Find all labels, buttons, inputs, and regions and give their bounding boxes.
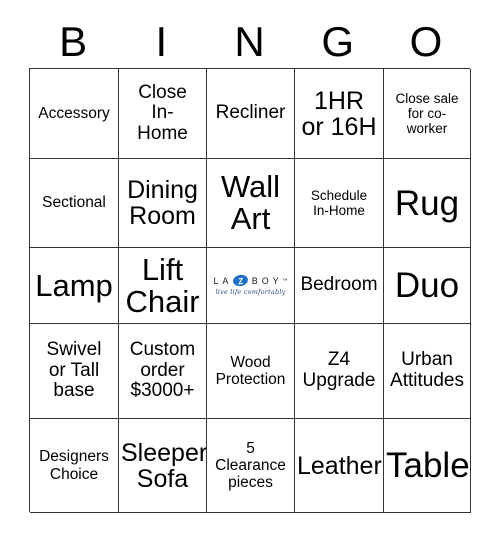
bingo-cell[interactable]: Urban Attitudes xyxy=(384,324,471,419)
bingo-cell-label: Duo xyxy=(394,266,460,305)
bingo-cell[interactable]: 1HR or 16H xyxy=(295,69,384,159)
logo-letter: O xyxy=(261,275,271,286)
bingo-header-row: B I N G O xyxy=(29,18,470,66)
bingo-cell[interactable]: Lift Chair xyxy=(119,248,207,324)
logo-z-badge-icon: Z xyxy=(232,273,250,288)
header-letter-b: B xyxy=(59,18,88,65)
bingo-cell[interactable]: Swivel or Tall base xyxy=(30,324,119,419)
bingo-cell-label: Close sale for co- worker xyxy=(395,90,459,137)
bingo-cell-label: 1HR or 16H xyxy=(301,86,377,141)
bingo-cell-label: Lift Chair xyxy=(125,251,200,319)
header-letter-o: O xyxy=(409,18,443,65)
bingo-cell[interactable]: Duo xyxy=(384,248,471,324)
bingo-cell[interactable]: Dining Room xyxy=(119,159,207,248)
bingo-grid: Accessory Close In- Home Recliner 1HR or 16… xyxy=(29,68,471,513)
bingo-cell[interactable]: Sleeper Sofa xyxy=(119,419,207,513)
lazboy-logo: L A Z B O Y ™ live life comfortably xyxy=(209,273,292,296)
bingo-cell-label: Accessory xyxy=(38,104,110,122)
bingo-cell[interactable]: Accessory xyxy=(30,69,119,159)
bingo-cell-label: Lamp xyxy=(35,267,113,303)
bingo-cell[interactable]: Table xyxy=(384,419,471,513)
bingo-cell-label: Sleeper Sofa xyxy=(121,438,207,493)
header-letter-n: N xyxy=(234,18,265,65)
logo-trademark-icon: ™ xyxy=(282,277,288,284)
bingo-cell-label: Schedule In-Home xyxy=(310,187,368,218)
logo-letter: L xyxy=(213,275,220,286)
bingo-cell[interactable]: Sectional xyxy=(30,159,119,248)
bingo-cell[interactable]: Custom order $3000+ xyxy=(119,324,207,419)
bingo-cell-label: Swivel or Tall base xyxy=(46,339,102,402)
bingo-cell[interactable]: Schedule In-Home xyxy=(295,159,384,248)
bingo-cell-label: Bedroom xyxy=(300,274,378,296)
bingo-cell[interactable]: Recliner xyxy=(207,69,295,159)
bingo-cell[interactable]: Lamp xyxy=(30,248,119,324)
lazboy-logo-wordmark: L A Z B O Y ™ xyxy=(213,273,288,288)
bingo-cell-free-space[interactable]: L A Z B O Y ™ live life comfortably xyxy=(207,248,295,324)
bingo-cell[interactable]: Bedroom xyxy=(295,248,384,324)
bingo-cell-label: Wood Protection xyxy=(215,353,286,388)
logo-letter: A xyxy=(222,275,230,286)
bingo-cell-label: Custom order $3000+ xyxy=(129,339,196,402)
bingo-cell[interactable]: Wood Protection xyxy=(207,324,295,419)
lazboy-logo-tagline: live life comfortably xyxy=(215,288,286,296)
header-letter-g: G xyxy=(321,18,355,65)
bingo-cell-label: Designers Choice xyxy=(39,448,109,483)
bingo-cell-label: Recliner xyxy=(215,102,286,124)
bingo-cell-label: Sectional xyxy=(42,194,106,212)
bingo-cell-label: Leather xyxy=(297,451,382,480)
logo-letter: B xyxy=(251,275,260,286)
bingo-cell[interactable]: Z4 Upgrade xyxy=(295,324,384,419)
bingo-cell-label: Z4 Upgrade xyxy=(302,349,376,391)
bingo-cell-label: 5 Clearance pieces xyxy=(215,439,286,492)
header-letter-i: I xyxy=(155,18,168,65)
bingo-cell[interactable]: Close In- Home xyxy=(119,69,207,159)
logo-letter: Y xyxy=(272,275,281,286)
bingo-card: B I N G O Accessory Close In- Home Recline… xyxy=(0,0,500,544)
bingo-cell-label: Dining Room xyxy=(127,176,198,230)
bingo-cell-label: Close In- Home xyxy=(137,81,188,144)
bingo-cell-label: Table xyxy=(386,446,470,485)
bingo-cell-label: Urban Attitudes xyxy=(390,349,464,391)
bingo-cell-label: Wall Art xyxy=(220,169,281,236)
bingo-cell[interactable]: Close sale for co- worker xyxy=(384,69,471,159)
bingo-cell[interactable]: Wall Art xyxy=(207,159,295,248)
bingo-cell[interactable]: Leather xyxy=(295,419,384,513)
bingo-cell[interactable]: 5 Clearance pieces xyxy=(207,419,295,513)
bingo-cell-label: Rug xyxy=(394,183,460,223)
bingo-cell[interactable]: Rug xyxy=(384,159,471,248)
bingo-cell[interactable]: Designers Choice xyxy=(30,419,119,513)
